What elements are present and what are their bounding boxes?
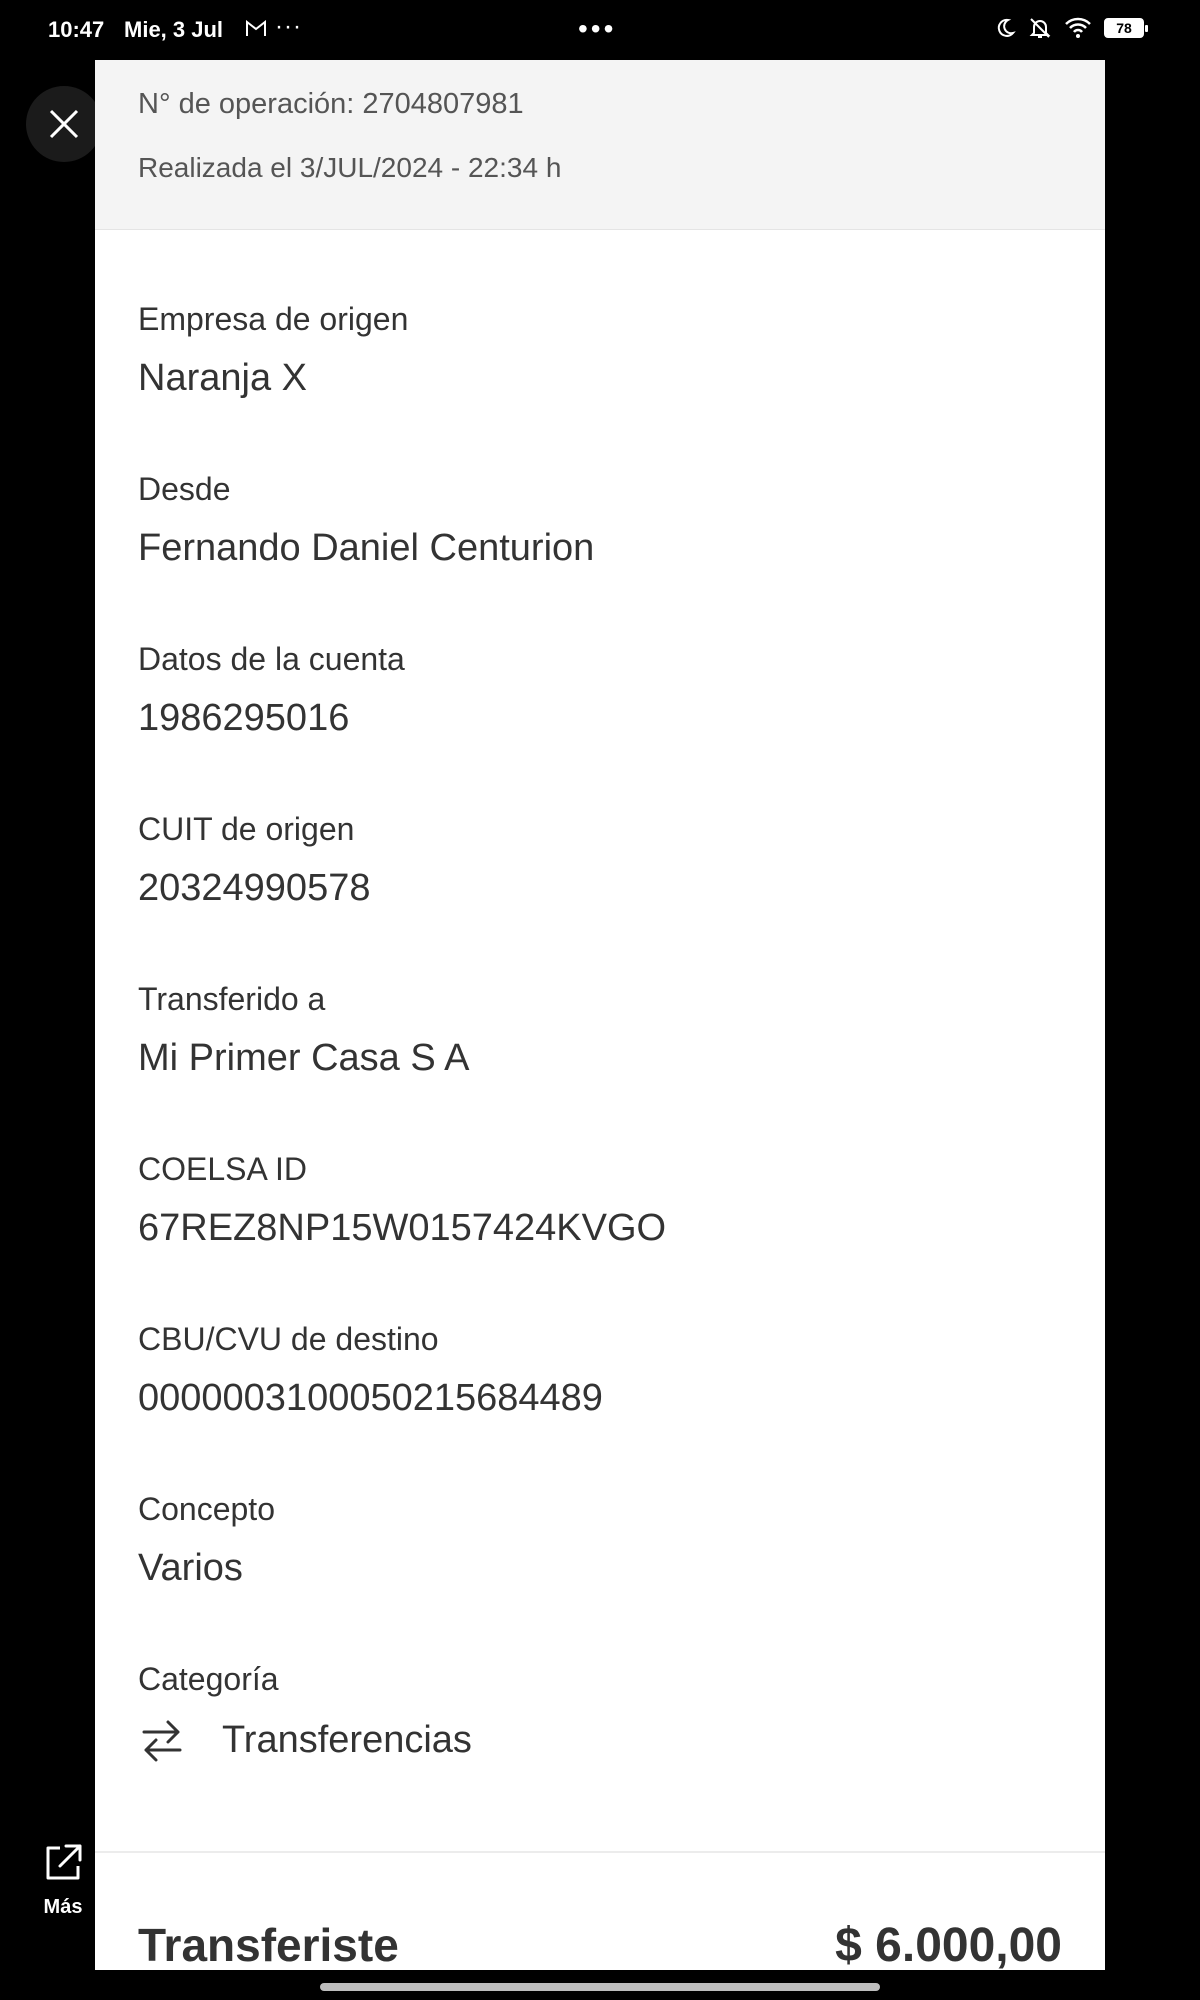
moon-icon — [997, 18, 1016, 37]
field-label: Categoría — [138, 1661, 279, 1697]
transfer-arrows-icon — [142, 1720, 182, 1762]
field-account-data: Datos de la cuenta 1986295016 — [138, 640, 1058, 810]
more-notifications-icon: ··· — [275, 13, 302, 40]
more-button[interactable]: Más — [30, 1842, 96, 1919]
external-link-icon — [46, 1844, 82, 1880]
status-icons: 78 — [994, 16, 1148, 40]
field-value: Varios — [138, 1547, 243, 1589]
field-value: Mi Primer Casa S A — [138, 1037, 470, 1079]
bell-off-icon — [1029, 18, 1051, 38]
center-dots-icon[interactable]: ••• — [578, 13, 616, 45]
total-row: Transferiste $ 6.000,00 — [138, 1915, 1062, 1971]
field-category: Categoría Transferencias — [138, 1660, 1058, 1830]
divider — [95, 1851, 1105, 1853]
gmail-icon — [245, 18, 267, 44]
wifi-icon — [1065, 17, 1091, 38]
field-label: Empresa de origen — [138, 301, 409, 337]
field-value: 67REZ8NP15W0157424KVGO — [138, 1207, 667, 1249]
field-from: Desde Fernando Daniel Centurion — [138, 470, 1058, 640]
field-label: Datos de la cuenta — [138, 641, 405, 677]
status-bar: 10:47 Mie, 3 Jul ··· ••• 78 — [0, 0, 1200, 60]
field-coelsa-id: COELSA ID 67REZ8NP15W0157424KVGO — [138, 1150, 1058, 1320]
field-label: CUIT de origen — [138, 811, 355, 847]
receipt-details: Empresa de origen Naranja X Desde Fernan… — [138, 300, 1058, 1830]
close-icon — [49, 109, 79, 139]
field-label: COELSA ID — [138, 1151, 307, 1187]
status-time: 10:47 — [48, 17, 105, 42]
field-concept: Concepto Varios — [138, 1490, 1058, 1660]
receipt-header: N° de operación: 2704807981 Realizada el… — [95, 60, 1105, 230]
status-date: Mie, 3 Jul — [124, 17, 224, 42]
field-label: Concepto — [138, 1491, 275, 1527]
field-destination-cbu: CBU/CVU de destino 000000310005021568448… — [138, 1320, 1058, 1490]
total-amount: $ 6.000,00 — [835, 1918, 1062, 1971]
field-origin-cuit: CUIT de origen 20324990578 — [138, 810, 1058, 980]
operation-date: Realizada el 3/JUL/2024 - 22:34 h — [138, 152, 562, 183]
field-value: Fernando Daniel Centurion — [138, 527, 595, 569]
close-button[interactable] — [26, 86, 102, 162]
category-row: Transferencias — [138, 1716, 1058, 1764]
operation-number: N° de operación: 2704807981 — [138, 88, 524, 120]
screen: 10:47 Mie, 3 Jul ··· ••• 78 N° de operac… — [0, 0, 1200, 2000]
receipt-card: N° de operación: 2704807981 Realizada el… — [95, 60, 1105, 1970]
field-label: Transferido a — [138, 981, 326, 1017]
field-origin-company: Empresa de origen Naranja X — [138, 300, 1058, 470]
field-value: 0000003100050215684489 — [138, 1377, 603, 1419]
field-value: Naranja X — [138, 357, 307, 399]
field-value: 20324990578 — [138, 867, 371, 909]
home-indicator[interactable] — [320, 1983, 880, 1991]
battery-icon: 78 — [1104, 18, 1148, 38]
field-label: Desde — [138, 471, 231, 507]
field-transferred-to: Transferido a Mi Primer Casa S A — [138, 980, 1058, 1150]
total-label: Transferiste — [138, 1919, 399, 1970]
more-label: Más — [43, 1896, 83, 1918]
field-value: 1986295016 — [138, 697, 350, 739]
field-label: CBU/CVU de destino — [138, 1321, 439, 1357]
category-value: Transferencias — [222, 1718, 472, 1761]
